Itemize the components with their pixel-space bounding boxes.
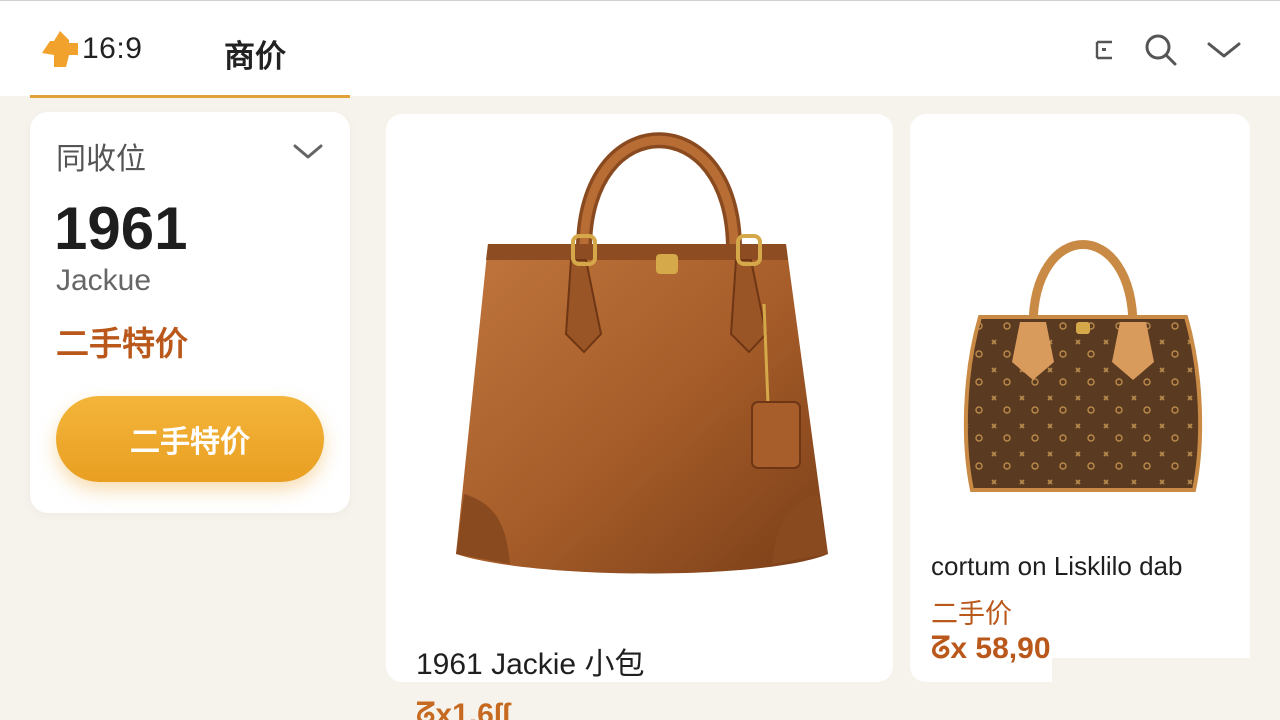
- search-icon[interactable]: [1144, 33, 1178, 67]
- brand[interactable]: 16:9: [40, 29, 142, 69]
- brown-leather-tote-image: [456, 132, 828, 574]
- product-card-main[interactable]: 1961 Jackie 小包: [386, 114, 893, 682]
- discount-tag: 二手价: [931, 599, 1012, 630]
- filter-label: 同收位: [56, 142, 146, 177]
- filter-chevron-icon[interactable]: [292, 142, 324, 162]
- model-name: Jackue: [56, 264, 152, 297]
- chevron-down-icon[interactable]: [1206, 39, 1242, 61]
- product-price: ᘔx 58,90: [931, 632, 1051, 665]
- menu-icon[interactable]: [1094, 38, 1116, 62]
- header-actions: [1094, 33, 1242, 67]
- nav-tab-price[interactable]: 商价: [224, 31, 286, 76]
- discount-tag: 二手特价: [56, 324, 188, 363]
- brand-logo-icon: [42, 31, 78, 67]
- top-bar: 16:9 商价: [0, 0, 1280, 98]
- product-name: 1961 Jackie 小包: [416, 648, 645, 681]
- model-number: 1961: [54, 195, 188, 262]
- fade-overlay: [1052, 658, 1280, 720]
- product-name: cortum on Lisklilo dab: [931, 551, 1183, 581]
- product-price: ᘔx1,6ſſ: [416, 698, 511, 720]
- product-card-side[interactable]: cortum on Lisklilo dab 二手价 ᘔx 58,90: [910, 114, 1250, 682]
- monogram-speedy-bag-image: [963, 240, 1203, 492]
- discount-button[interactable]: 二手特价: [56, 396, 324, 482]
- active-tab-indicator: [30, 95, 350, 98]
- filter-card: 同收位 1961 Jackue 二手特价 二手特价: [30, 112, 350, 513]
- brand-text: 16:9: [82, 32, 143, 65]
